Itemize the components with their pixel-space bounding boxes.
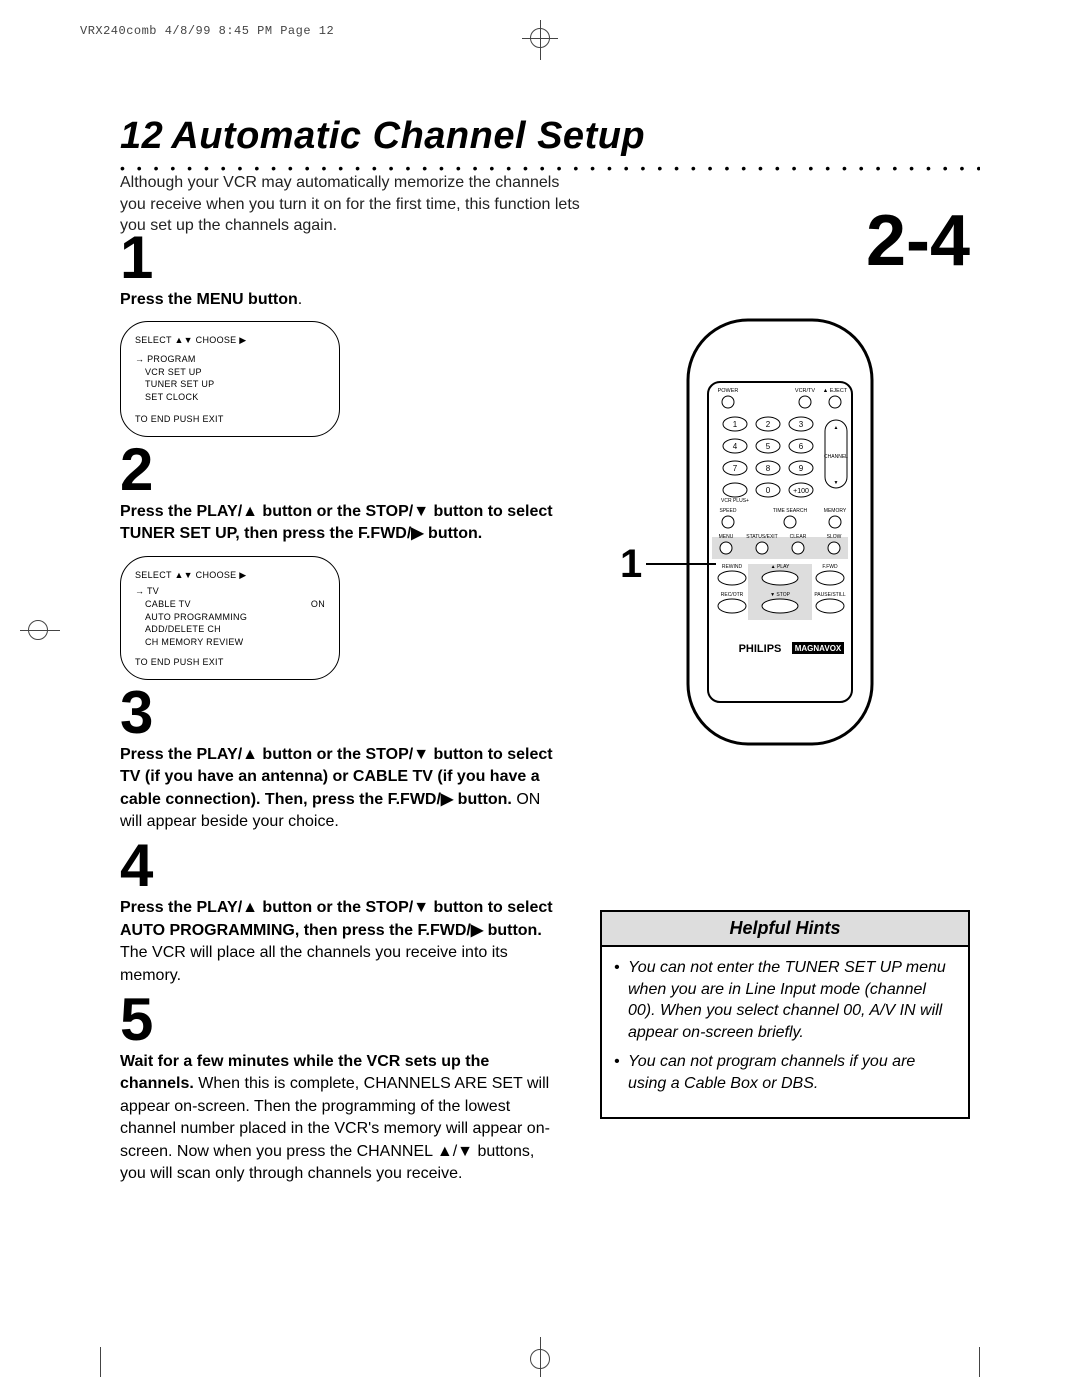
svg-text:1: 1: [733, 420, 738, 429]
helpful-hints-box: Helpful Hints You can not enter the TUNE…: [600, 910, 970, 1119]
svg-text:9: 9: [799, 464, 804, 473]
svg-text:POWER: POWER: [718, 388, 739, 394]
osd1-line-program: → PROGRAM: [135, 353, 325, 366]
remote-svg: POWER VCR/TV ▲ EJECT 1 2 3 4 5 6 7 8: [680, 312, 880, 752]
step-4-tail: The VCR will place all the channels you …: [120, 944, 508, 983]
svg-text:SLOW: SLOW: [827, 534, 842, 540]
svg-text:PHILIPS: PHILIPS: [739, 643, 782, 655]
svg-text:REWIND: REWIND: [722, 564, 743, 570]
crop-circle-bottom: [530, 1349, 550, 1369]
svg-text:2: 2: [766, 420, 771, 429]
svg-text:▲ EJECT: ▲ EJECT: [823, 388, 848, 394]
step-2-text: Press the PLAY/▲ button or the STOP/▼ bu…: [120, 501, 560, 546]
page-title-text: Automatic Channel Setup: [171, 115, 645, 157]
svg-text:6: 6: [799, 442, 804, 451]
step-1-text: Press the MENU button.: [120, 289, 560, 311]
svg-text:MAGNAVOX: MAGNAVOX: [795, 644, 842, 653]
osd2-cabletv-value: ON: [311, 598, 325, 611]
svg-text:▲ PLAY: ▲ PLAY: [771, 564, 790, 570]
svg-text:MEMORY: MEMORY: [824, 508, 847, 514]
osd1-line-tunersetup: TUNER SET UP: [135, 378, 325, 391]
print-header: VRX240comb 4/8/99 8:45 PM Page 12: [80, 24, 334, 38]
page-title: 12Automatic Channel Setup: [120, 115, 645, 158]
step-3-bold: Press the PLAY/▲ button or the STOP/▼ bu…: [120, 746, 553, 808]
crop-mark-bottom-left: [100, 1347, 101, 1377]
step-5-number: 5: [120, 993, 560, 1047]
step-4-text: Press the PLAY/▲ button or the STOP/▼ bu…: [120, 897, 560, 987]
step-3-number: 3: [120, 686, 560, 740]
svg-text:TIME SEARCH: TIME SEARCH: [773, 508, 808, 514]
svg-text:3: 3: [799, 420, 804, 429]
callout-line-1: [646, 563, 716, 565]
step-3-text: Press the PLAY/▲ button or the STOP/▼ bu…: [120, 744, 560, 834]
step-range: 2-4: [620, 200, 970, 282]
svg-text:PAUSE/STILL: PAUSE/STILL: [814, 592, 846, 598]
osd-screen-2: SELECT ▲▼ CHOOSE ▶ → TV CABLE TV ON AUTO…: [120, 556, 340, 680]
page-number: 12: [120, 115, 163, 157]
hint-1: You can not enter the TUNER SET UP menu …: [614, 957, 956, 1043]
svg-text:SPEED: SPEED: [720, 508, 737, 514]
svg-text:CHANNEL: CHANNEL: [824, 454, 848, 460]
osd1-footer: TO END PUSH EXIT: [135, 413, 325, 426]
osd2-line-autoprog: AUTO PROGRAMMING: [135, 611, 325, 624]
callout-number-1: 1: [620, 542, 642, 587]
crop-circle-top: [530, 28, 550, 48]
osd2-line-tv: → TV: [135, 585, 325, 598]
svg-text:VCR/TV: VCR/TV: [795, 388, 816, 394]
svg-text:5: 5: [766, 442, 771, 451]
osd1-header: SELECT ▲▼ CHOOSE ▶: [135, 334, 325, 347]
osd2-header: SELECT ▲▼ CHOOSE ▶: [135, 569, 325, 582]
osd-screen-1: SELECT ▲▼ CHOOSE ▶ → PROGRAM VCR SET UP …: [120, 321, 340, 437]
helpful-hints-list: You can not enter the TUNER SET UP menu …: [602, 947, 968, 1117]
step-1-bold: Press the MENU button: [120, 291, 298, 308]
osd2-cabletv-label: CABLE TV: [145, 598, 191, 611]
svg-text:CLEAR: CLEAR: [790, 534, 807, 540]
svg-text:▲: ▲: [834, 425, 839, 431]
svg-text:VCR PLUS+: VCR PLUS+: [721, 498, 749, 504]
remote-control-illustration: 1 POWER VCR/TV ▲ EJECT 1 2 3 4: [680, 312, 880, 752]
osd2-line-chmem: CH MEMORY REVIEW: [135, 636, 325, 649]
crop-mark-bottom-right: [979, 1347, 980, 1377]
step-4-number: 4: [120, 839, 560, 893]
svg-text:F.FWD: F.FWD: [822, 564, 838, 570]
osd2-footer: TO END PUSH EXIT: [135, 656, 325, 669]
osd1-line-vcrsetup: VCR SET UP: [135, 366, 325, 379]
helpful-hints-title: Helpful Hints: [602, 912, 968, 947]
step-1-number: 1: [120, 231, 560, 285]
svg-text:REC/OTR: REC/OTR: [721, 592, 744, 598]
svg-text:7: 7: [733, 464, 738, 473]
svg-text:MENU: MENU: [719, 534, 734, 540]
crop-circle-left: [28, 620, 48, 640]
steps-column: 1 Press the MENU button. SELECT ▲▼ CHOOS…: [120, 225, 560, 1185]
hint-2: You can not program channels if you are …: [614, 1051, 956, 1094]
svg-text:STATUS/EXIT: STATUS/EXIT: [746, 534, 777, 540]
step-1-tail: .: [298, 291, 302, 308]
svg-text:▼ STOP: ▼ STOP: [770, 592, 791, 598]
osd2-line-adddel: ADD/DELETE CH: [135, 623, 325, 636]
svg-text:4: 4: [733, 442, 738, 451]
step-5-text: Wait for a few minutes while the VCR set…: [120, 1051, 560, 1185]
svg-text:▼: ▼: [834, 480, 839, 486]
step-2-number: 2: [120, 443, 560, 497]
osd2-line-cabletv: CABLE TV ON: [135, 598, 325, 611]
svg-text:0: 0: [766, 486, 771, 495]
step-2-bold: Press the PLAY/▲ button or the STOP/▼ bu…: [120, 503, 553, 542]
step-4-bold: Press the PLAY/▲ button or the STOP/▼ bu…: [120, 899, 553, 938]
osd1-line-setclock: SET CLOCK: [135, 391, 325, 404]
right-column: 2-4 1 POWER VCR/TV ▲ EJECT 1 2 3: [620, 200, 980, 752]
svg-text:+100: +100: [793, 488, 809, 495]
svg-text:8: 8: [766, 464, 771, 473]
